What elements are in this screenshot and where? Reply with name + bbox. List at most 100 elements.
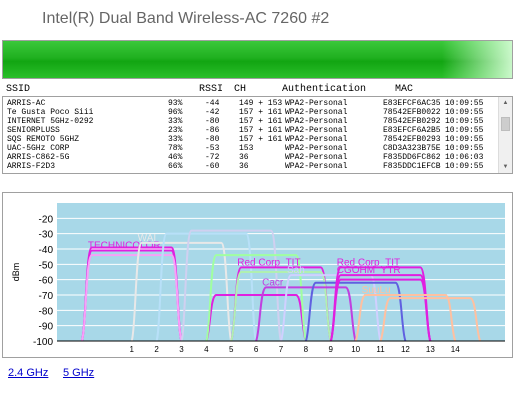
row-channel: 149 + 153: [239, 99, 283, 108]
x-tick-label: 6: [254, 345, 259, 354]
row-auth: WPA2-Personal: [285, 108, 348, 117]
row-time: 10:09:55: [445, 99, 484, 108]
y-tick-label: -100: [33, 337, 53, 348]
network-label: Sah: [287, 265, 305, 276]
column-header-mac[interactable]: MAC: [395, 84, 413, 96]
row-mac: F835DD6FC862: [383, 153, 441, 162]
column-header-ch[interactable]: CH: [234, 84, 246, 96]
row-channel: 157 + 161: [239, 117, 283, 126]
row-rssi: -80: [205, 117, 220, 126]
table-row[interactable]: ARRIS-F2D3 66% -60 36 WPA2-Personal F835DDC1E…: [3, 162, 498, 171]
y-tick-label: -60: [39, 276, 54, 287]
tab-5-ghz[interactable]: 5 GHz: [63, 367, 94, 379]
row-rssi: -60: [205, 162, 220, 171]
row-channel: 153: [239, 144, 254, 153]
row-time: 10:09:55: [445, 144, 484, 153]
y-tick-label: -70: [39, 291, 54, 302]
column-header-rssi[interactable]: RSSI: [199, 84, 223, 96]
table-row[interactable]: UAC-5GHz CORP 78% -53 153 WPA2-Personal C8D3A…: [3, 144, 498, 153]
row-channel: 157 + 161: [239, 135, 283, 144]
row-time: 10:09:55: [445, 117, 484, 126]
row-ssid: Te Gusta Poco Siii: [7, 108, 94, 117]
row-auth: WPA2-Personal: [285, 99, 348, 108]
scroll-up-arrow-icon[interactable]: ▲: [499, 97, 512, 109]
scroll-thumb[interactable]: [501, 117, 510, 131]
row-rssi: -80: [205, 135, 220, 144]
network-label: CGOHM_YTR: [337, 265, 401, 276]
row-mac: 78542EFB0293: [383, 135, 441, 144]
row-mac: 78542EFB0292: [383, 117, 441, 126]
x-tick-label: 14: [451, 345, 460, 354]
row-mac: 78542EFB0022: [383, 108, 441, 117]
row-ssid: ARRIS-C862-5G: [7, 153, 70, 162]
y-tick-label: -90: [39, 322, 54, 333]
row-mac: F835DDC1EFCB: [383, 162, 441, 171]
row-quality: 46%: [168, 153, 183, 162]
row-time: 10:09:55: [445, 135, 484, 144]
window-title: Intel(R) Dual Band Wireless-AC 7260 #2: [42, 10, 330, 27]
row-time: 10:09:55: [445, 162, 484, 171]
y-tick-label: -50: [39, 260, 54, 271]
y-tick-label: -80: [39, 306, 54, 317]
row-ssid: SQS REMOTO 5GHZ: [7, 135, 80, 144]
column-header-ssid[interactable]: SSID: [6, 84, 30, 96]
x-tick-label: 8: [304, 345, 309, 354]
x-tick-label: 7: [279, 345, 284, 354]
network-label: WAI: [138, 233, 157, 244]
table-row[interactable]: SENIORPLUSS 23% -86 157 + 161 WPA2-Personal E…: [3, 126, 498, 135]
row-auth: WPA2-Personal: [285, 117, 348, 126]
row-quality: 96%: [168, 108, 183, 117]
table-row[interactable]: ARRIS-C862-5G 46% -72 36 WPA2-Personal F835DD…: [3, 153, 498, 162]
x-tick-label: 3: [179, 345, 184, 354]
table-row[interactable]: INTERNET 5GHz-0292 33% -80 157 + 161 WPA2-Pe…: [3, 117, 498, 126]
x-tick-label: 2: [154, 345, 159, 354]
x-tick-label: 9: [329, 345, 334, 354]
row-auth: WPA2-Personal: [285, 135, 348, 144]
row-quality: 78%: [168, 144, 183, 153]
row-time: 10:09:55: [445, 108, 484, 117]
row-quality: 93%: [168, 99, 183, 108]
x-tick-label: 4: [204, 345, 209, 354]
row-auth: WPA2-Personal: [285, 126, 348, 135]
table-header: SSID RSSI CH Authentication MAC: [2, 84, 513, 96]
row-ssid: UAC-5GHz CORP: [7, 144, 70, 153]
y-tick-label: -40: [39, 245, 54, 256]
channel-chart: -20 -30 -40 -50 -60 -70 -80 -90 -100 1 2 3 4 5 6 7 8 9 10 1…: [2, 192, 513, 358]
x-tick-label: 1: [129, 345, 134, 354]
signal-strength-bar: [2, 40, 513, 79]
row-rssi: -44: [205, 99, 220, 108]
row-channel: 157 + 161: [239, 126, 283, 135]
row-auth: WPA2-Personal: [285, 153, 348, 162]
row-time: 10:09:55: [445, 126, 484, 135]
y-tick-label: -20: [39, 214, 54, 225]
signal-bar-fade: [442, 41, 512, 78]
network-list[interactable]: ARRIS-AC 93% -44 149 + 153 WPA2-Personal E83E…: [2, 96, 513, 174]
table-row[interactable]: ARRIS-AC 93% -44 149 + 153 WPA2-Personal E83E…: [3, 99, 498, 108]
x-tick-label: 13: [426, 345, 435, 354]
row-rssi: -72: [205, 153, 220, 162]
y-tick-label: -30: [39, 230, 54, 241]
channel-chart-svg: -20-30-40-50-60-70-80-90-1001 2 3 4 5 6 7 8 9 10 1…: [11, 203, 505, 354]
row-mac: E83EFCF6A2B5: [383, 126, 441, 135]
row-auth: WPA2-Personal: [285, 162, 348, 171]
x-tick-label: 11: [376, 345, 385, 354]
row-rssi: -42: [205, 108, 220, 117]
row-quality: 33%: [168, 117, 183, 126]
scroll-down-arrow-icon[interactable]: ▼: [499, 161, 512, 173]
network-label: Cacr: [262, 277, 284, 288]
vertical-scrollbar[interactable]: ▲ ▼: [498, 97, 512, 173]
table-row[interactable]: Te Gusta Poco Siii 96% -42 157 + 161 WPA2-Pe…: [3, 108, 498, 117]
table-row[interactable]: SQS REMOTO 5GHZ 33% -80 157 + 161 WPA2-Perso…: [3, 135, 498, 144]
row-quality: 66%: [168, 162, 183, 171]
row-channel: 36: [239, 162, 249, 171]
network-label: SuuLu: [362, 285, 391, 296]
tab-2-4-ghz[interactable]: 2.4 GHz: [8, 367, 48, 379]
row-ssid: ARRIS-AC: [7, 99, 46, 108]
column-header-auth[interactable]: Authentication: [282, 84, 366, 96]
row-ssid: INTERNET 5GHz-0292: [7, 117, 94, 126]
row-time: 10:06:03: [445, 153, 484, 162]
row-mac: C8D3A323B75E: [383, 144, 441, 153]
row-ssid: ARRIS-F2D3: [7, 162, 56, 171]
row-rssi: -86: [205, 126, 220, 135]
row-ssid: SENIORPLUSS: [7, 126, 60, 135]
